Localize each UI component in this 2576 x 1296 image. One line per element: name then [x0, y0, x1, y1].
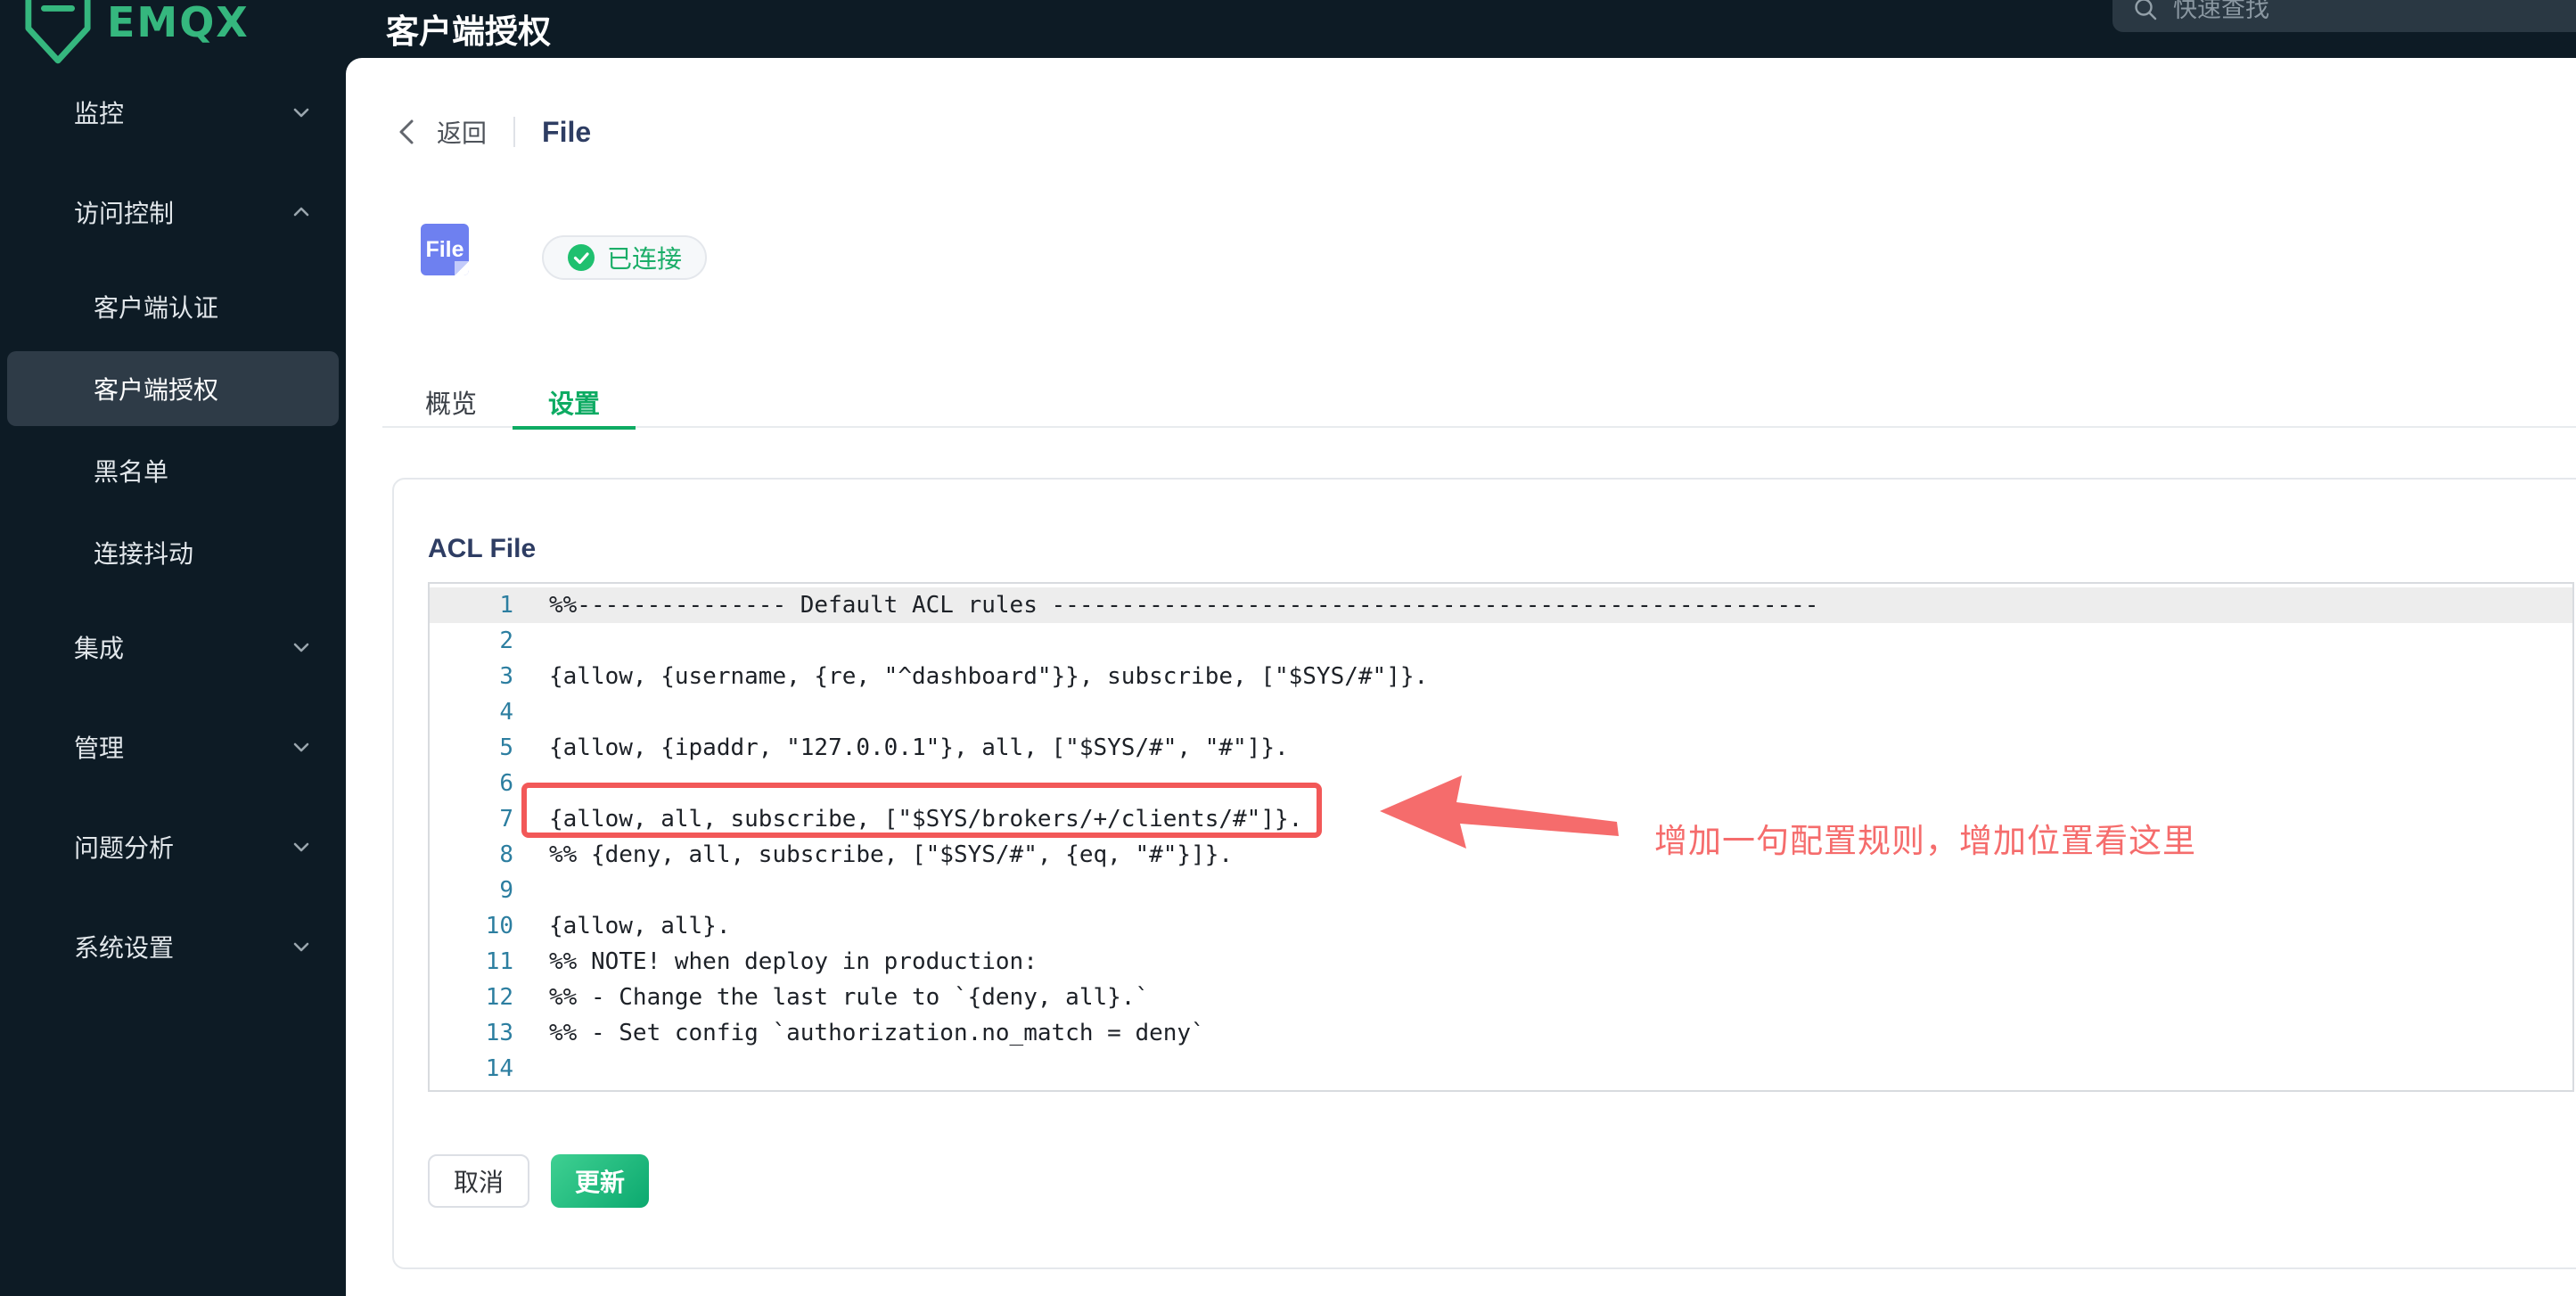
- annotation-text: 增加一句配置规则，增加位置看这里: [1654, 823, 2196, 859]
- panel-title: ACL File: [428, 533, 537, 563]
- code-line: 9: [430, 873, 2572, 908]
- content-card: 返回 File File 已连接 概览 设置 ACL File 1 %%----…: [346, 58, 2576, 1296]
- code-line: 4: [430, 694, 2572, 730]
- fold-flap: [455, 261, 469, 275]
- line-text: {allow, {ipaddr, "127.0.0.1"}, all, ["$S…: [549, 734, 1289, 761]
- divider: [513, 117, 516, 147]
- annotation-arrow-icon: [1380, 775, 1619, 849]
- sidebar: EMQX 监控 访问控制 客户端认证 客户端授权 黑名单 连接抖动 集成 管理 …: [0, 0, 346, 1296]
- sidebar-item-label: 黑名单: [94, 458, 169, 486]
- sidebar-nav: 监控 访问控制 客户端认证 客户端授权 黑名单 连接抖动 集成 管理 问题分析 …: [0, 62, 346, 997]
- code-line: 5 {allow, {ipaddr, "127.0.0.1"}, all, ["…: [430, 730, 2572, 766]
- update-button[interactable]: 更新: [551, 1154, 649, 1208]
- tab-bar-divider: [382, 426, 2576, 428]
- chevron-down-icon: [293, 643, 309, 652]
- file-type-icon: File: [421, 224, 469, 275]
- app-window: EMQX 监控 访问控制 客户端认证 客户端授权 黑名单 连接抖动 集成 管理 …: [0, 0, 2576, 1296]
- detail-title: File: [542, 115, 592, 148]
- line-number: 1: [499, 592, 513, 619]
- sidebar-item-label: 客户端授权: [94, 376, 219, 404]
- code-line: 2: [430, 623, 2572, 659]
- logo-wordmark: EMQX: [107, 0, 250, 46]
- chevron-left-icon: [399, 119, 414, 144]
- sidebar-sub-item[interactable]: 黑名单: [7, 433, 339, 508]
- line-number: 10: [485, 913, 513, 939]
- line-text: [535, 694, 549, 730]
- line-number: 5: [499, 734, 513, 761]
- search-box[interactable]: [2112, 0, 2576, 32]
- code-line: 3 {allow, {username, {re, "^dashboard"}}…: [430, 659, 2572, 694]
- code-line: 12 %% - Change the last rule to `{deny, …: [430, 980, 2572, 1015]
- line-text: %%--------------- Default ACL rules ----…: [549, 592, 1819, 619]
- sidebar-item-label: 系统设置: [74, 934, 175, 962]
- line-text: %% - Set config `authorization.no_match …: [549, 1020, 1205, 1046]
- check-circle-icon: [568, 244, 595, 271]
- line-text: {allow, {username, {re, "^dashboard"}}, …: [549, 663, 1429, 690]
- back-label: 返回: [437, 119, 488, 147]
- file-badge-label: File: [425, 236, 464, 262]
- line-text: [535, 873, 549, 908]
- sidebar-group-item[interactable]: 集成: [0, 597, 346, 697]
- line-number: 13: [485, 1020, 513, 1046]
- sidebar-sub-item[interactable]: 客户端认证: [7, 269, 339, 344]
- back-button[interactable]: 返回 File: [396, 111, 591, 152]
- status-badge: 已连接: [542, 235, 708, 280]
- line-text: [535, 1051, 549, 1087]
- tab-overview[interactable]: 概览: [390, 376, 513, 428]
- code-line: 14: [430, 1051, 2572, 1087]
- chevron-down-icon: [293, 842, 309, 852]
- line-number: 9: [499, 877, 513, 904]
- emqx-shield-icon: [25, 0, 91, 64]
- topbar: 客户端授权: [346, 0, 2576, 58]
- sidebar-group-item[interactable]: 监控: [0, 62, 346, 162]
- sidebar-item-label: 集成: [74, 635, 125, 662]
- tab-settings[interactable]: 设置: [513, 376, 636, 430]
- annotation-highlight-box: [521, 783, 1322, 838]
- line-number: 4: [499, 699, 513, 726]
- line-number: 3: [499, 663, 513, 690]
- sidebar-group-item[interactable]: 访问控制: [0, 162, 346, 262]
- sidebar-group-item[interactable]: 系统设置: [0, 897, 346, 997]
- code-line: 1 %%--------------- Default ACL rules --…: [430, 587, 2572, 623]
- line-number: 8: [499, 841, 513, 868]
- line-number: 7: [499, 806, 513, 833]
- sidebar-item-label: 连接抖动: [94, 540, 194, 568]
- status-label: 已连接: [607, 245, 683, 273]
- line-text: [535, 623, 549, 659]
- sidebar-item-label: 管理: [74, 734, 125, 762]
- chevron-up-icon: [293, 207, 309, 217]
- sidebar-item-label: 监控: [74, 100, 125, 127]
- search-icon: [2135, 0, 2157, 21]
- line-number: 12: [485, 984, 513, 1011]
- sidebar-item-label: 访问控制: [74, 200, 175, 227]
- line-text: {allow, all}.: [549, 913, 731, 939]
- line-number: 14: [485, 1055, 513, 1082]
- line-text: %% {deny, all, subscribe, ["$SYS/#", {eq…: [549, 841, 1234, 868]
- code-line: 10 {allow, all}.: [430, 908, 2572, 944]
- sidebar-item-label: 问题分析: [74, 834, 175, 862]
- chevron-down-icon: [293, 742, 309, 752]
- chevron-down-icon: [293, 942, 309, 952]
- line-number: 11: [485, 948, 513, 975]
- emqx-logo[interactable]: EMQX: [23, 0, 250, 64]
- sidebar-item-label: 客户端认证: [94, 294, 219, 322]
- acl-panel: ACL File 1 %%--------------- Default ACL…: [392, 478, 2576, 1269]
- sidebar-group-item[interactable]: 管理: [0, 697, 346, 797]
- tab-bar: 概览 设置: [390, 376, 636, 430]
- line-number: 6: [499, 770, 513, 797]
- search-input[interactable]: [2171, 0, 2549, 24]
- line-text: %% NOTE! when deploy in production:: [549, 948, 1038, 975]
- code-line: 11 %% NOTE! when deploy in production:: [430, 944, 2572, 980]
- button-row: 取消 更新: [428, 1154, 649, 1208]
- line-text: %% - Change the last rule to `{deny, all…: [549, 984, 1150, 1011]
- sidebar-sub-item[interactable]: 连接抖动: [7, 515, 339, 590]
- code-line: 13 %% - Set config `authorization.no_mat…: [430, 1015, 2572, 1051]
- cancel-button[interactable]: 取消: [428, 1154, 529, 1208]
- sidebar-group-item[interactable]: 问题分析: [0, 797, 346, 897]
- chevron-down-icon: [293, 108, 309, 118]
- sidebar-sub-item[interactable]: 客户端授权: [7, 351, 339, 426]
- page-title: 客户端授权: [386, 12, 551, 50]
- line-number: 2: [499, 627, 513, 654]
